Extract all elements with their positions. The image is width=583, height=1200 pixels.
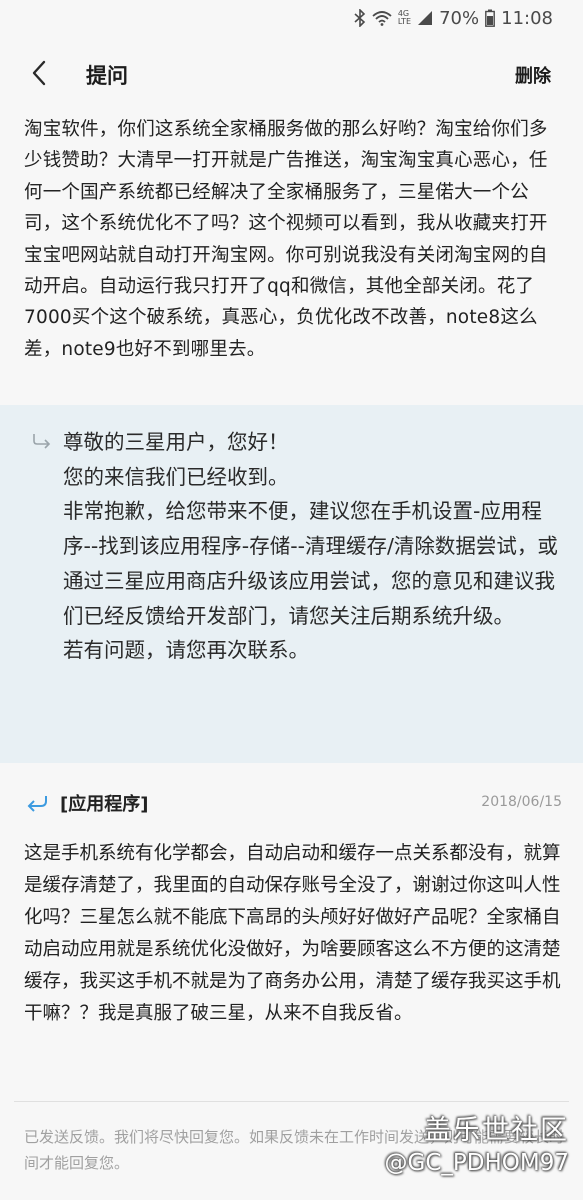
signal-icon: [417, 10, 433, 26]
app-bar: 提问 删除: [0, 36, 583, 114]
watermark-site: 盖乐世社区: [424, 1115, 569, 1146]
status-icons: 4G LTE 70% 11:08: [354, 7, 553, 29]
battery-percent: 70%: [439, 7, 480, 29]
status-bar: 4G LTE 70% 11:08: [0, 0, 583, 36]
battery-icon: [485, 9, 496, 27]
reply-box: 尊敬的三星用户，您好！ 您的来信我们已经收到。 非常抱歉，给您带来不便，建议您在…: [0, 405, 583, 763]
followup-date: 2018/06/15: [481, 794, 562, 810]
question-text: 淘宝软件，你们这系统全家桶服务做的那么好哟？淘宝给你们多少钱赞助？大清早一打开就…: [24, 119, 548, 360]
reply-arrow-icon: [32, 433, 52, 453]
delete-button[interactable]: 删除: [515, 62, 551, 88]
bluetooth-icon: [354, 9, 366, 27]
followup-header: [应用程序] 2018/06/15: [24, 788, 564, 818]
followup-arrow-icon: [26, 794, 48, 816]
network-type: 4G LTE: [398, 10, 411, 26]
network-lte-label: LTE: [397, 17, 412, 26]
reply-text: 尊敬的三星用户，您好！ 您的来信我们已经收到。 非常抱歉，给您带来不便，建议您在…: [63, 430, 558, 663]
wifi-icon: [372, 10, 392, 26]
back-arrow-icon: [31, 60, 47, 90]
divider: [14, 1101, 569, 1102]
back-button[interactable]: [22, 58, 56, 92]
followup-text: 这是手机系统有化学都会，自动启动和缓存一点关系都没有，就算是缓存清楚了，我里面的…: [24, 843, 561, 1024]
watermark-user: @GC_PDHOM97: [384, 1150, 569, 1176]
status-time: 11:08: [501, 7, 553, 29]
page-title: 提问: [86, 64, 128, 88]
followup-category: [应用程序]: [60, 794, 149, 815]
